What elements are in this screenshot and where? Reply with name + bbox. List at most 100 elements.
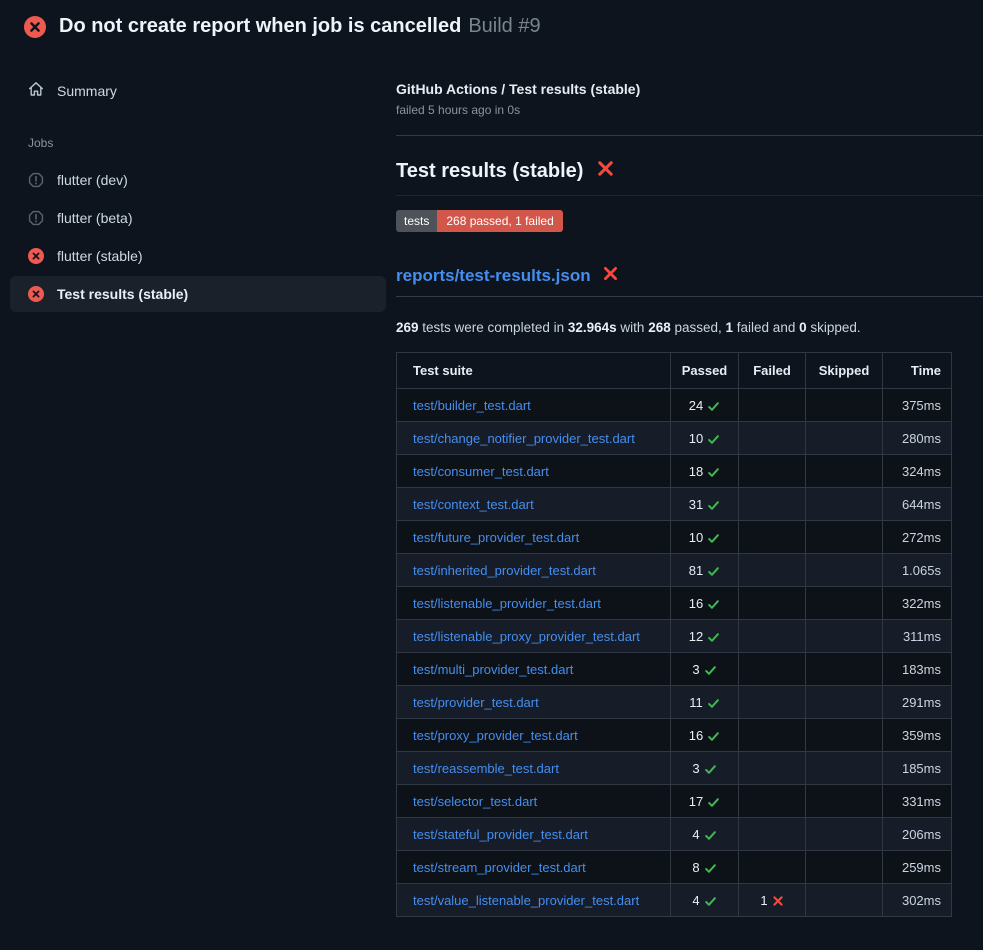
cell-passed: 11 [671,686,739,719]
cell-failed [739,422,806,455]
test-suite-link[interactable]: test/stateful_provider_test.dart [413,827,588,842]
cell-failed [739,455,806,488]
report-file-link[interactable]: reports/test-results.json [396,266,591,286]
summary-text: passed, [671,320,726,335]
passed-count: 8 [692,860,716,875]
test-suite-link[interactable]: test/value_listenable_provider_test.dart [413,893,639,908]
cell-failed [739,587,806,620]
cell-skipped [806,587,883,620]
passed-count: 16 [689,596,720,611]
cell-test-suite: test/reassemble_test.dart [397,752,671,785]
cell-time: 644ms [883,488,952,521]
table-row: test/multi_provider_test.dart3183ms [397,653,952,686]
sidebar-summary-label: Summary [57,83,117,99]
table-row: test/proxy_provider_test.dart 16 359ms [397,719,952,752]
sidebar-item-job[interactable]: Test results (stable) [10,276,386,312]
report-file-heading: reports/test-results.json [396,265,983,297]
test-suite-link[interactable]: test/provider_test.dart [413,695,539,710]
passed-count: 81 [689,563,720,578]
cell-failed [739,851,806,884]
cell-skipped [806,389,883,422]
header-divider [396,135,983,136]
passed-count: 17 [689,794,720,809]
passed-count: 4 [692,893,716,908]
cell-skipped [806,653,883,686]
x-icon [772,895,784,907]
cell-passed: 4 [671,884,739,917]
cell-failed: 1 [739,884,806,917]
passed-count: 10 [689,431,720,446]
cell-skipped [806,422,883,455]
test-suite-link[interactable]: test/builder_test.dart [413,398,531,413]
check-icon [704,664,717,677]
test-suite-link[interactable]: test/reassemble_test.dart [413,761,559,776]
check-icon [707,631,720,644]
cell-failed [739,488,806,521]
column-header-skipped: Skipped [806,353,883,389]
test-suite-link[interactable]: test/inherited_provider_test.dart [413,563,596,578]
test-suite-link[interactable]: test/multi_provider_test.dart [413,662,573,677]
check-icon [707,433,720,446]
sidebar-item-job[interactable]: flutter (dev) [10,162,386,198]
check-icon [704,829,717,842]
check-icon [704,763,717,776]
test-suite-link[interactable]: test/context_test.dart [413,497,534,512]
job-label: flutter (stable) [57,248,143,264]
passed-count: 18 [689,464,720,479]
jobs-list: flutter (dev) flutter (beta) flutter (stab… [0,162,396,312]
summary-text: skipped. [807,320,861,335]
cell-skipped [806,884,883,917]
table-row: test/consumer_test.dart18324ms [397,455,952,488]
test-suite-link[interactable]: test/listenable_proxy_provider_test.dart [413,629,640,644]
passed-count: 12 [689,629,720,644]
cell-passed: 16 [671,719,739,752]
sidebar-item-job[interactable]: flutter (stable) [10,238,386,274]
sidebar-item-summary[interactable]: Summary [0,75,396,106]
test-results-table: Test suitePassedFailedSkippedTime test/b… [396,352,952,917]
passed-count: 4 [692,827,716,842]
cell-test-suite: test/inherited_provider_test.dart [397,554,671,587]
cell-time: 185ms [883,752,952,785]
cell-failed [739,554,806,587]
check-icon [707,466,720,479]
cell-passed: 17 [671,785,739,818]
cell-test-suite: test/future_provider_test.dart [397,521,671,554]
cell-skipped [806,488,883,521]
workflow-run-header: Do not create report when job is cancell… [0,0,983,51]
test-suite-link[interactable]: test/proxy_provider_test.dart [413,728,578,743]
summary-text: 0 [799,320,807,335]
test-suite-link[interactable]: test/selector_test.dart [413,794,537,809]
cell-time: 359ms [883,719,952,752]
table-row: test/builder_test.dart24375ms [397,389,952,422]
cell-test-suite: test/listenable_proxy_provider_test.dart [397,620,671,653]
table-row: test/reassemble_test.dart3185ms [397,752,952,785]
cell-passed: 3 [671,653,739,686]
cell-failed [739,653,806,686]
build-number: Build #9 [468,15,540,37]
cell-failed [739,752,806,785]
cell-test-suite: test/builder_test.dart [397,389,671,422]
failed-x-icon [602,265,619,287]
sidebar-item-job[interactable]: flutter (beta) [10,200,386,236]
summary-text: 32.964s [568,320,617,335]
job-label: flutter (beta) [57,210,132,226]
table-header-row: Test suitePassedFailedSkippedTime [397,353,952,389]
tests-badge-value: 268 passed, 1 failed [437,210,562,232]
summary-text: with [617,320,649,335]
cell-test-suite: test/provider_test.dart [397,686,671,719]
cell-passed: 16 [671,587,739,620]
cell-test-suite: test/multi_provider_test.dart [397,653,671,686]
cell-test-suite: test/consumer_test.dart [397,455,671,488]
cell-time: 206ms [883,818,952,851]
cell-time: 311ms [883,620,952,653]
cell-failed [739,686,806,719]
test-suite-link[interactable]: test/future_provider_test.dart [413,530,579,545]
cell-passed: 18 [671,455,739,488]
test-suite-link[interactable]: test/stream_provider_test.dart [413,860,586,875]
test-suite-link[interactable]: test/listenable_provider_test.dart [413,596,601,611]
cell-time: 259ms [883,851,952,884]
column-header-suite: Test suite [397,353,671,389]
test-suite-link[interactable]: test/change_notifier_provider_test.dart [413,431,635,446]
test-suite-link[interactable]: test/consumer_test.dart [413,464,549,479]
breadcrumb: GitHub Actions / Test results (stable) [396,81,983,97]
